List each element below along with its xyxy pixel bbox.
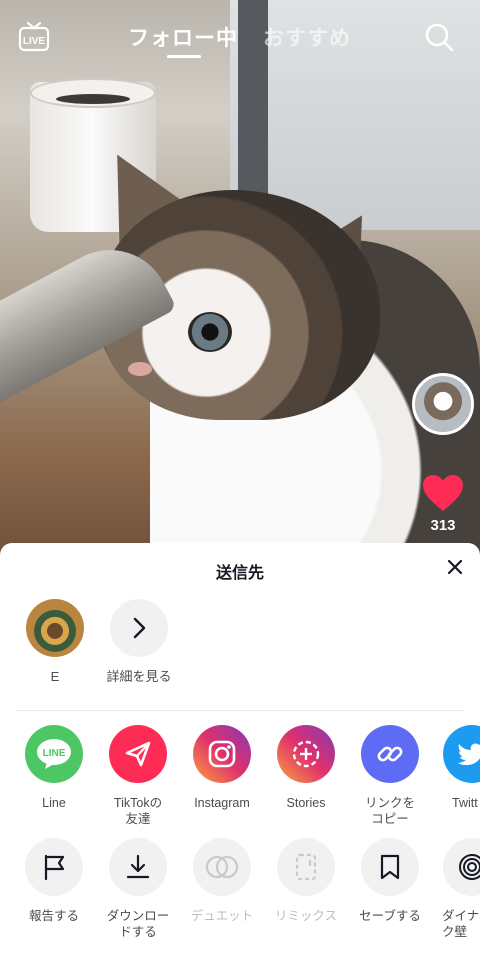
contact-label: E: [50, 669, 60, 684]
share-stories[interactable]: Stories: [264, 725, 348, 811]
save-button[interactable]: セーブする: [348, 838, 432, 924]
share-instagram[interactable]: Instagram: [180, 725, 264, 811]
action-label: 報告する: [28, 909, 79, 923]
report-button[interactable]: 報告する: [12, 838, 96, 924]
share-twitter[interactable]: Twitt: [432, 725, 480, 811]
flag-icon: [25, 838, 83, 896]
see-more-label: 詳細を見る: [106, 669, 172, 684]
dynamic-wallpaper-icon: [443, 838, 480, 896]
remix-button[interactable]: リミックス: [264, 838, 348, 924]
share-copy-link[interactable]: リンクを コピー: [348, 725, 432, 827]
share-label: TikTokの 友達: [113, 796, 163, 826]
remix-icon: [277, 838, 335, 896]
see-more-button[interactable]: 詳細を見る: [99, 599, 179, 685]
video-player[interactable]: [0, 0, 480, 560]
share-sheet: 送信先 E 詳細を見る LINE Line TikTokの 友達 Instagr…: [0, 543, 480, 961]
background-cup-inside: [56, 94, 130, 104]
share-line[interactable]: LINE Line: [12, 725, 96, 811]
live-label: LIVE: [23, 36, 46, 47]
tab-following[interactable]: フォロー中: [128, 22, 238, 52]
twitter-icon: [443, 725, 480, 783]
duet-icon: [193, 838, 251, 896]
svg-text:LINE: LINE: [43, 748, 66, 759]
contact-avatar: [26, 599, 84, 657]
cat-nose: [128, 362, 152, 376]
download-icon: [109, 838, 167, 896]
cat-eye: [188, 312, 232, 352]
search-icon[interactable]: [424, 22, 454, 52]
like-count: 313: [430, 517, 456, 534]
close-icon[interactable]: [445, 557, 465, 577]
share-label: Line: [42, 796, 66, 810]
action-label: ダウンロー ドする: [106, 909, 170, 939]
line-icon: LINE: [25, 725, 83, 783]
live-icon[interactable]: LIVE: [18, 20, 50, 52]
share-label: Twitt: [452, 796, 478, 810]
instagram-icon: [193, 725, 251, 783]
download-button[interactable]: ダウンロー ドする: [96, 838, 180, 940]
creator-avatar[interactable]: [412, 373, 474, 435]
share-label: リンクを コピー: [364, 796, 415, 826]
action-label: ダイナ ク壁: [442, 909, 480, 939]
dynamic-wallpaper-button[interactable]: ダイナ ク壁: [432, 838, 480, 940]
share-tiktok-friends[interactable]: TikTokの 友達: [96, 725, 180, 827]
bookmark-icon: [361, 838, 419, 896]
chevron-right-icon: [110, 599, 168, 657]
action-label: デュエット: [190, 909, 254, 923]
action-label: セーブする: [359, 909, 421, 923]
tab-recommended[interactable]: おすすめ: [263, 22, 351, 52]
send-icon: [109, 725, 167, 783]
share-label: Stories: [286, 796, 326, 810]
contact-e[interactable]: E: [15, 599, 95, 685]
divider: [16, 710, 464, 711]
share-sheet-title: 送信先: [215, 565, 264, 582]
link-icon: [361, 725, 419, 783]
tab-active-indicator: [167, 55, 201, 58]
top-bar: LIVE フォロー中 おすすめ: [0, 0, 480, 80]
stories-icon: [277, 725, 335, 783]
action-label: リミックス: [274, 909, 338, 923]
duet-button[interactable]: デュエット: [180, 838, 264, 924]
share-label: Instagram: [194, 796, 250, 810]
heart-icon[interactable]: [421, 473, 465, 513]
